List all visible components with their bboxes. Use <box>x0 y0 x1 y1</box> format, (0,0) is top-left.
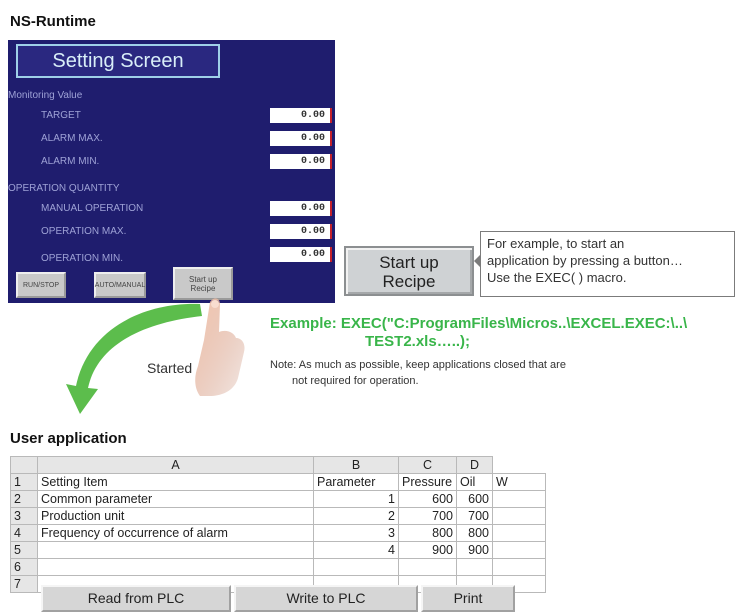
row-number[interactable]: 7 <box>10 575 38 593</box>
callout-line3: Use the EXEC( ) macro. <box>487 270 627 285</box>
start-up-small-line2: Recipe <box>190 283 216 293</box>
exec-macro-callout: For example, to start an application by … <box>480 231 735 297</box>
cell-e[interactable] <box>492 541 546 559</box>
cell-d[interactable]: 700 <box>456 507 493 525</box>
cell-b[interactable]: 4 <box>313 541 399 559</box>
section-title-ns-runtime: NS-Runtime <box>10 13 96 30</box>
exec-example: Example: EXEC("C:ProgramFiles\Micros..\E… <box>270 315 740 351</box>
excel-spreadsheet: A B C D 1 Setting Item Parameter Pressur… <box>10 456 585 614</box>
row-number[interactable]: 5 <box>10 541 38 559</box>
cell-d[interactable]: 600 <box>456 490 493 508</box>
row-number[interactable]: 6 <box>10 558 38 576</box>
table-row: 6 <box>10 558 546 576</box>
table-row: 2 Common parameter 1 600 600 <box>10 490 546 508</box>
start-up-small-line1: Start up <box>188 274 217 284</box>
cell-a[interactable]: Setting Item <box>37 473 314 491</box>
row-number[interactable]: 1 <box>10 473 38 491</box>
corner-cell[interactable] <box>10 456 38 474</box>
column-header-d[interactable]: D <box>456 456 493 474</box>
ns-label-operation-max: OPERATION MAX. <box>41 226 127 237</box>
cell-c[interactable]: 700 <box>398 507 457 525</box>
cell-a[interactable] <box>37 541 314 559</box>
cell-e[interactable]: W <box>492 473 546 491</box>
ns-value-operation-min[interactable]: 0.00 <box>270 247 332 262</box>
table-row: 1 Setting Item Parameter Pressure Oil W <box>10 473 546 491</box>
cell-e[interactable] <box>492 558 546 576</box>
cell-b[interactable]: 3 <box>313 524 399 542</box>
ns-value-target[interactable]: 0.00 <box>270 108 332 123</box>
column-header-e <box>492 456 546 474</box>
cell-b[interactable]: 1 <box>313 490 399 508</box>
cell-c[interactable]: 800 <box>398 524 457 542</box>
note-line2: not required for operation. <box>292 375 419 387</box>
cell-d[interactable] <box>456 558 493 576</box>
callout-line1: For example, to start an <box>487 236 625 251</box>
ns-runtime-screen: Setting Screen Monitoring Value TARGET 0… <box>8 40 335 303</box>
cell-a[interactable]: Common parameter <box>37 490 314 508</box>
column-header-a[interactable]: A <box>37 456 314 474</box>
cell-a[interactable]: Production unit <box>37 507 314 525</box>
example-line2: TEST2.xls…..); <box>365 333 471 350</box>
ns-value-operation-max[interactable]: 0.00 <box>270 224 332 239</box>
start-up-button-line1: Start up <box>379 253 439 272</box>
print-button[interactable]: Print <box>421 585 515 612</box>
cell-e[interactable] <box>492 507 546 525</box>
spreadsheet-grid: A B C D 1 Setting Item Parameter Pressur… <box>10 456 546 593</box>
operation-note: Note: As much as possible, keep applicat… <box>270 357 730 389</box>
pointing-hand-icon <box>195 298 245 396</box>
run-stop-button[interactable]: RUN/STOP <box>16 272 66 298</box>
write-to-plc-button[interactable]: Write to PLC <box>234 585 418 612</box>
cell-e[interactable] <box>492 524 546 542</box>
cell-b[interactable]: 2 <box>313 507 399 525</box>
cell-b[interactable] <box>313 558 399 576</box>
start-up-button-line2: Recipe <box>382 272 436 291</box>
cell-e[interactable] <box>492 490 546 508</box>
callout-line2: application by pressing a button… <box>487 253 683 268</box>
column-header-c[interactable]: C <box>398 456 457 474</box>
ns-value-alarm-max[interactable]: 0.00 <box>270 131 332 146</box>
ns-label-target: TARGET <box>41 110 81 121</box>
read-from-plc-button[interactable]: Read from PLC <box>41 585 231 612</box>
cell-c[interactable]: 600 <box>398 490 457 508</box>
auto-manual-button[interactable]: AUTO/MANUAL <box>94 272 146 298</box>
note-line1: Note: As much as possible, keep applicat… <box>270 359 566 371</box>
ns-label-alarm-min: ALARM MIN. <box>41 156 100 167</box>
cell-d[interactable]: 800 <box>456 524 493 542</box>
column-header-b[interactable]: B <box>313 456 399 474</box>
ns-value-alarm-min[interactable]: 0.00 <box>270 154 332 169</box>
ns-label-manual-operation: MANUAL OPERATION <box>41 203 144 214</box>
table-row: 3 Production unit 2 700 700 <box>10 507 546 525</box>
cell-a[interactable]: Frequency of occurrence of alarm <box>37 524 314 542</box>
cell-a[interactable] <box>37 558 314 576</box>
cell-d[interactable]: 900 <box>456 541 493 559</box>
table-row: 4 Frequency of occurrence of alarm 3 800… <box>10 524 546 542</box>
setting-screen-title: Setting Screen <box>16 44 220 78</box>
cell-b[interactable]: Parameter <box>313 473 399 491</box>
ns-label-operation-min: OPERATION MIN. <box>41 253 124 264</box>
cell-c[interactable]: Pressure <box>398 473 457 491</box>
operation-quantity-header: OPERATION QUANTITY <box>8 183 120 194</box>
monitoring-header: Monitoring Value <box>8 90 83 101</box>
section-title-user-application: User application <box>10 430 127 447</box>
row-number[interactable]: 4 <box>10 524 38 542</box>
cell-c[interactable]: 900 <box>398 541 457 559</box>
example-line1: Example: EXEC("C:ProgramFiles\Micros..\E… <box>270 315 688 332</box>
cell-c[interactable] <box>398 558 457 576</box>
row-number[interactable]: 3 <box>10 507 38 525</box>
table-row: 5 4 900 900 <box>10 541 546 559</box>
ns-label-alarm-max: ALARM MAX. <box>41 133 103 144</box>
ns-value-manual-operation[interactable]: 0.00 <box>270 201 332 216</box>
row-number[interactable]: 2 <box>10 490 38 508</box>
column-header-row: A B C D <box>10 456 546 474</box>
cell-d[interactable]: Oil <box>456 473 493 491</box>
start-up-recipe-button[interactable]: Start up Recipe <box>344 246 474 296</box>
